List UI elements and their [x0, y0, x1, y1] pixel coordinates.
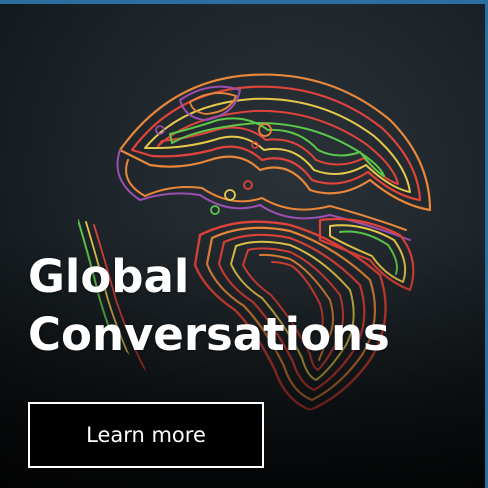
title-line-1: Global	[28, 250, 190, 303]
promo-card[interactable]: Global Conversations Learn more	[0, 0, 488, 488]
title-line-2: Conversations	[28, 308, 390, 361]
learn-more-button[interactable]: Learn more	[28, 402, 264, 468]
card-title: Global Conversations	[28, 248, 390, 364]
